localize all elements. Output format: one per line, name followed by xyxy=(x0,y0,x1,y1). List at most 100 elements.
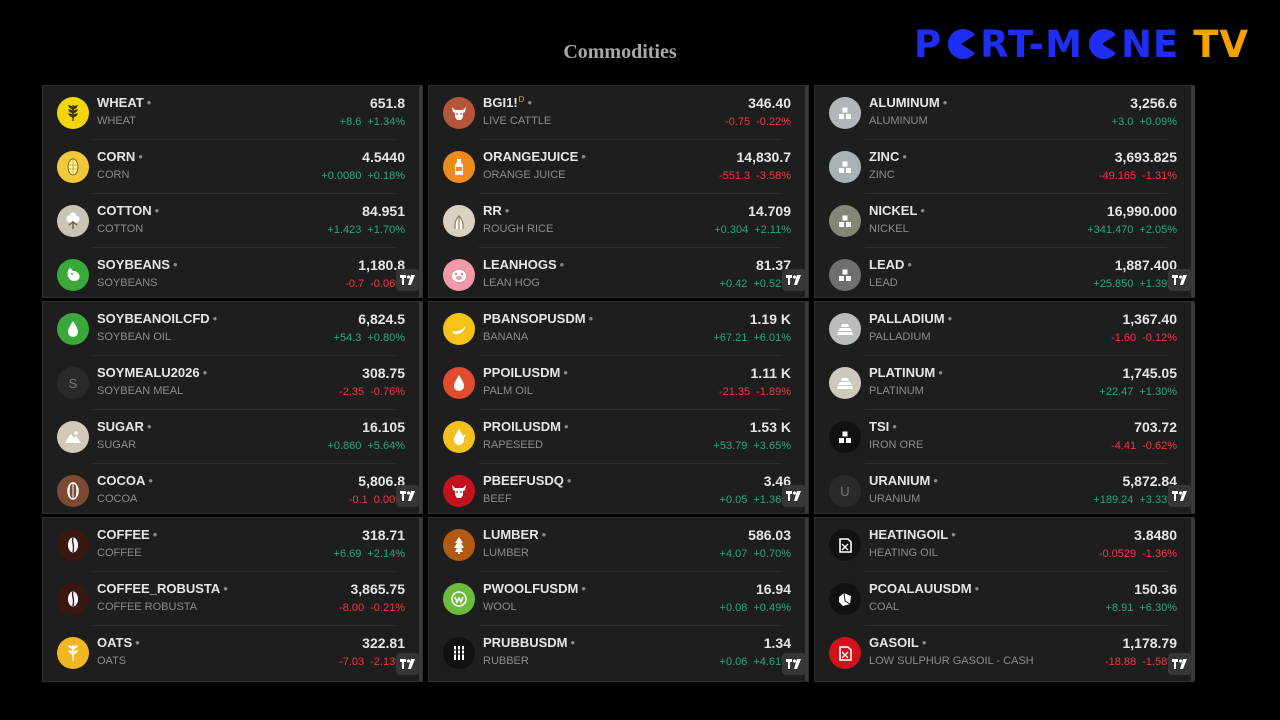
change-percent: +1.30% xyxy=(1139,386,1177,398)
ticker-row[interactable]: PBANSOPUSDM • BANANA 1.19 K +67.21 +6.01% xyxy=(429,302,807,356)
tradingview-logo-icon[interactable] xyxy=(1168,269,1192,291)
ticker-row[interactable]: SUGAR • SUGAR 16.105 +0.860 +5.64% xyxy=(43,410,421,464)
ticker-symbol[interactable]: ALUMINUM • xyxy=(869,95,947,110)
ticker-symbol[interactable]: SOYBEANS • xyxy=(97,257,178,272)
ticker-symbol[interactable]: COFFEE_ROBUSTA • xyxy=(97,581,228,596)
ticker-description: BEEF xyxy=(483,493,512,505)
ticker-symbol[interactable]: WHEAT • xyxy=(97,95,151,110)
status-dot: • xyxy=(581,149,586,164)
ticker-symbol[interactable]: LEAD • xyxy=(869,257,912,272)
ticker-row[interactable]: LEANHOGS • LEAN HOG 81.37 +0.42 +0.52% xyxy=(429,248,807,302)
ticker-row[interactable]: PPOILUSDM • PALM OIL 1.11 K -21.35 -1.89% xyxy=(429,356,807,410)
ticker-row[interactable]: PCOALAUUSDM • COAL 150.36 +8.91 +6.30% xyxy=(815,572,1193,626)
tradingview-logo-icon[interactable] xyxy=(782,653,806,675)
ticker-symbol[interactable]: COFFEE • xyxy=(97,527,157,542)
ticker-row[interactable]: S SOYMEALU2026 • SOYBEAN MEAL 308.75 -2.35 -0.… xyxy=(43,356,421,410)
ticker-row[interactable]: SOYBEANS • SOYBEANS 1,180.8 -0.7 -0.06% xyxy=(43,248,421,302)
ticker-row[interactable]: BGI1!D • LIVE CATTLE 346.40 -0.75 -0.22% xyxy=(429,86,807,140)
ticker-symbol[interactable]: PBEEFUSDQ • xyxy=(483,473,571,488)
ticker-symbol[interactable]: PROILUSDM • xyxy=(483,419,569,434)
ticker-row[interactable]: HEATINGOIL • HEATING OIL 3.8480 -0.0529 -1.36… xyxy=(815,518,1193,572)
ticker-symbol[interactable]: ORANGEJUICE • xyxy=(483,149,586,164)
ticker-row[interactable]: PWOOLFUSDM • WOOL 16.94 +0.08 +0.49% xyxy=(429,572,807,626)
change-value: -0.7 xyxy=(345,278,365,290)
ticker-row[interactable]: COCOA • COCOA 5,806.8 -0.1 0.00% xyxy=(43,464,421,518)
ticker-row[interactable]: WHEAT • WHEAT 651.8 +8.6 +1.34% xyxy=(43,86,421,140)
last-price: 703.72 xyxy=(1134,419,1177,435)
tradingview-logo-icon[interactable] xyxy=(1168,653,1192,675)
ticker-row[interactable]: TSI • IRON ORE 703.72 -4.41 -0.62% xyxy=(815,410,1193,464)
ticker-row[interactable]: COFFEE • COFFEE 318.71 +6.69 +2.14% xyxy=(43,518,421,572)
tradingview-logo-icon[interactable] xyxy=(396,269,420,291)
tradingview-logo-icon[interactable] xyxy=(396,653,420,675)
ticker-row[interactable]: NICKEL • NICKEL 16,990.000 +341.470 +2.05% xyxy=(815,194,1193,248)
ticker-row[interactable]: COTTON • COTTON 84.951 +1.423 +1.70% xyxy=(43,194,421,248)
ticker-symbol[interactable]: PWOOLFUSDM • xyxy=(483,581,586,596)
ticker-symbol[interactable]: CORN • xyxy=(97,149,143,164)
ticker-row[interactable]: LEAD • LEAD 1,887.400 +25.850 +1.39% xyxy=(815,248,1193,302)
ticker-row[interactable]: ORANGEJUICE • ORANGE JUICE 14,830.7 -551.3 -3… xyxy=(429,140,807,194)
ticker-symbol[interactable]: LEANHOGS • xyxy=(483,257,564,272)
change-value: +0.42 xyxy=(719,278,748,290)
price-change: +0.304 +2.11% xyxy=(714,224,791,236)
coffee-bean-icon xyxy=(57,583,89,615)
ticker-description: RUBBER xyxy=(483,655,529,667)
status-dot: • xyxy=(135,635,140,650)
ticker-symbol[interactable]: OATS • xyxy=(97,635,140,650)
banana-icon xyxy=(443,313,475,345)
pacman-icon xyxy=(1085,27,1119,61)
ticker-symbol[interactable]: URANIUM • xyxy=(869,473,938,488)
tradingview-logo-icon[interactable] xyxy=(396,485,420,507)
ticker-symbol[interactable]: PLATINUM • xyxy=(869,365,943,380)
ticker-symbol[interactable]: NICKEL • xyxy=(869,203,925,218)
ticker-row[interactable]: PALLADIUM • PALLADIUM 1,367.40 -1.60 -0.12% xyxy=(815,302,1193,356)
ticker-row[interactable]: COFFEE_ROBUSTA • COFFEE ROBUSTA 3,865.75 -8.… xyxy=(43,572,421,626)
letter-icon: S xyxy=(57,367,89,399)
wool-icon xyxy=(443,583,475,615)
ticker-row[interactable]: ZINC • ZINC 3,693.825 -49.165 -1.31% xyxy=(815,140,1193,194)
rubber-icon xyxy=(443,637,475,669)
oats-icon xyxy=(57,637,89,669)
cotton-icon xyxy=(57,205,89,237)
last-price: 1.34 xyxy=(763,635,791,651)
ticker-row[interactable]: PLATINUM • PLATINUM 1,745.05 +22.47 +1.30% xyxy=(815,356,1193,410)
ticker-symbol[interactable]: LUMBER • xyxy=(483,527,546,542)
change-percent: -0.22% xyxy=(756,116,791,128)
ticker-row[interactable]: CORN • CORN 4.5440 +0.0080 +0.18% xyxy=(43,140,421,194)
ticker-row[interactable]: LUMBER • LUMBER 586.03 +4.07 +0.70% xyxy=(429,518,807,572)
ticker-row[interactable]: PROILUSDM • RAPESEED 1.53 K +53.79 +3.65% xyxy=(429,410,807,464)
ticker-row[interactable]: RR • ROUGH RICE 14.709 +0.304 +2.11% xyxy=(429,194,807,248)
ticker-symbol[interactable]: PALLADIUM • xyxy=(869,311,952,326)
ticker-symbol[interactable]: TSI • xyxy=(869,419,897,434)
ticker-symbol[interactable]: ZINC • xyxy=(869,149,907,164)
ticker-symbol[interactable]: SOYMEALU2026 • xyxy=(97,365,207,380)
ticker-symbol[interactable]: RR • xyxy=(483,203,509,218)
ticker-description: LIVE CATTLE xyxy=(483,115,552,127)
tradingview-logo-icon[interactable] xyxy=(782,485,806,507)
ticker-row[interactable]: PRUBBUSDM • RUBBER 1.34 +0.06 +4.61% xyxy=(429,626,807,680)
ticker-row[interactable]: GASOIL • LOW SULPHUR GASOIL - CASH 1,178.79… xyxy=(815,626,1193,680)
ticker-row[interactable]: OATS • OATS 322.81 -7.03 -2.13% xyxy=(43,626,421,680)
ticker-row[interactable]: SOYBEANOILCFD • SOYBEAN OIL 6,824.5 +54.3 +0.… xyxy=(43,302,421,356)
price-change: -8.00 -0.21% xyxy=(339,602,405,614)
ticker-symbol[interactable]: GASOIL • xyxy=(869,635,926,650)
ticker-symbol[interactable]: SUGAR • xyxy=(97,419,152,434)
ticker-symbol[interactable]: HEATINGOIL • xyxy=(869,527,956,542)
tradingview-logo-icon[interactable] xyxy=(782,269,806,291)
status-dot: • xyxy=(202,365,208,380)
price-change: +0.05 +1.36% xyxy=(720,494,791,506)
ticker-symbol[interactable]: COTTON • xyxy=(97,203,159,218)
metal-bars-icon xyxy=(829,367,861,399)
tradingview-logo-icon[interactable] xyxy=(1168,485,1192,507)
ticker-row[interactable]: U URANIUM • URANIUM 5,872.84 +189.24 +3.33% xyxy=(815,464,1193,518)
ticker-row[interactable]: ALUMINUM • ALUMINUM 3,256.6 +3.0 +0.09% xyxy=(815,86,1193,140)
change-percent: +0.18% xyxy=(367,170,405,182)
ticker-symbol[interactable]: PRUBBUSDM • xyxy=(483,635,575,650)
ticker-symbol[interactable]: COCOA • xyxy=(97,473,153,488)
ticker-symbol[interactable]: PBANSOPUSDM • xyxy=(483,311,593,326)
ticker-symbol[interactable]: PCOALAUUSDM • xyxy=(869,581,979,596)
ticker-row[interactable]: PBEEFUSDQ • BEEF 3.46 +0.05 +1.36% xyxy=(429,464,807,518)
ticker-symbol[interactable]: SOYBEANOILCFD • xyxy=(97,311,217,326)
ticker-symbol[interactable]: BGI1!D • xyxy=(483,95,532,110)
ticker-symbol[interactable]: PPOILUSDM • xyxy=(483,365,568,380)
